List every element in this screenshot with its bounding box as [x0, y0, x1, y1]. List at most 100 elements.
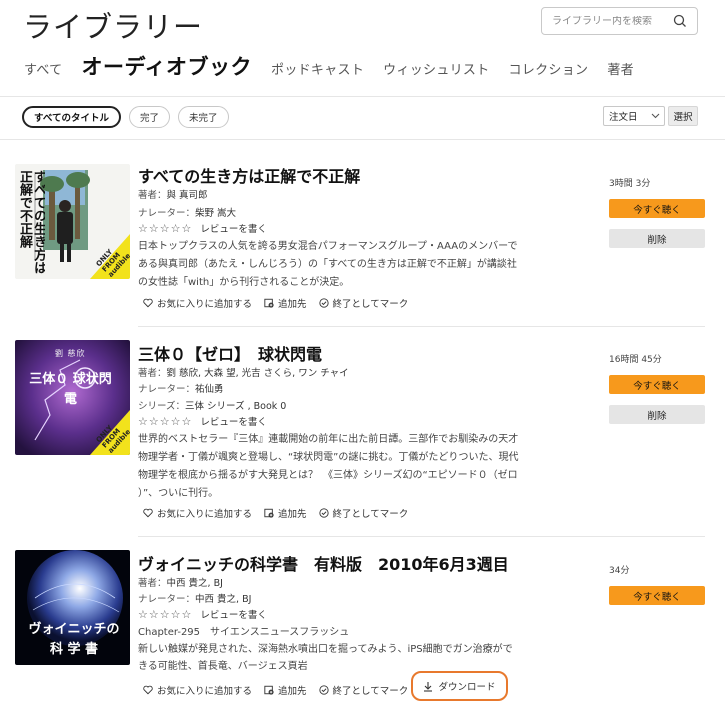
select-button[interactable]: 選択: [668, 106, 698, 126]
description-line: 世界的ベストセラー『三体』連載開始の前年に出た前日譚。三部作でお馴染みの天才: [138, 434, 519, 445]
add-to-button[interactable]: 追加先: [264, 296, 307, 310]
write-review-link[interactable]: レビューを書く: [200, 607, 267, 621]
tab-wishlist[interactable]: ウィッシュリスト: [383, 59, 489, 84]
search-icon[interactable]: [672, 13, 688, 29]
page-title: ライブラリー: [23, 10, 204, 44]
tab-all[interactable]: すべて: [24, 59, 62, 84]
listen-now-button[interactable]: 今すぐ聴く: [609, 375, 705, 394]
mark-finished-button[interactable]: 終了としてマーク: [318, 683, 408, 697]
download-icon: [424, 681, 433, 692]
book-author: 著者：與 真司郎: [138, 187, 208, 201]
tab-authors[interactable]: 著者: [607, 59, 634, 84]
divider: [138, 326, 705, 327]
author-label: 著者：: [138, 368, 167, 379]
author-label: 著者：: [138, 578, 167, 589]
search-box[interactable]: [541, 7, 698, 35]
author-link[interactable]: 中西 貴之, BJ: [167, 578, 223, 589]
book-title[interactable]: ヴォイニッチの科学書 有料版 2010年6月3週目: [138, 551, 509, 575]
star-rating[interactable]: ☆☆☆☆☆: [138, 415, 192, 428]
check-circle-icon: [318, 508, 329, 518]
heart-icon: [143, 508, 153, 518]
sort-select[interactable]: 注文日: [603, 106, 665, 126]
book-narrator: ナレーター：祐仙勇: [138, 381, 224, 395]
download-label: ダウンロード: [438, 682, 496, 693]
narrator-link[interactable]: 柴野 嵩大: [195, 208, 236, 219]
book-narrator: ナレーター：柴野 嵩大: [138, 205, 236, 219]
mark-finished-button[interactable]: 終了としてマーク: [318, 506, 408, 520]
book-title[interactable]: すべての生き方は正解で不正解: [138, 163, 360, 187]
heart-icon: [143, 685, 153, 695]
filter-finished[interactable]: 完了: [128, 106, 170, 128]
description-line: 物理学者・丁儀が颯爽と登場し、“球状閃電”の謎に挑む。丁儀がたどりついた、現代: [138, 452, 519, 463]
book-duration: 16時間 45分: [609, 355, 662, 365]
book-cover[interactable]: すべての生き方は正解で不正解 ONLY FROM audible: [15, 164, 130, 279]
delete-button[interactable]: 削除: [609, 229, 705, 248]
filter-all-titles[interactable]: すべてのタイトル: [22, 106, 121, 128]
favorite-button[interactable]: お気に入りに追加する: [143, 683, 252, 697]
description-line: の女性誌「with」から刊行されることが決定。: [138, 277, 350, 288]
tab-podcasts[interactable]: ポッドキャスト: [271, 59, 364, 84]
star-rating[interactable]: ☆☆☆☆☆: [138, 608, 192, 621]
add-to-collection-icon: [264, 685, 274, 695]
listen-now-button[interactable]: 今すぐ聴く: [609, 586, 705, 605]
add-to-collection-icon: [264, 508, 274, 518]
delete-button[interactable]: 削除: [609, 405, 705, 424]
mark-finished-button[interactable]: 終了としてマーク: [318, 296, 409, 310]
add-to-button[interactable]: 追加先: [264, 506, 307, 520]
item-actions: お気に入りに追加する 追加先 終了としてマーク: [143, 506, 420, 520]
library-header: ライブラリー すべて オーディオブック ポッドキャスト ウィッシュリスト コレク…: [0, 0, 725, 96]
divider: [0, 139, 725, 140]
rating-row: ☆☆☆☆☆ レビューを書く: [138, 414, 267, 429]
filter-unfinished[interactable]: 未完了: [177, 106, 229, 128]
divider: [138, 536, 705, 537]
mark-finished-label: 終了としてマーク: [332, 299, 409, 310]
book-cover[interactable]: 劉 慈欣 三体０ 球状閃電 ONLY FROM audible: [15, 340, 130, 455]
author-link[interactable]: 與 真司郎: [167, 190, 208, 201]
add-to-collection-icon: [264, 298, 274, 308]
favorite-label: お気に入りに追加する: [157, 299, 253, 310]
description-line: 新しい触媒が発見された、深海熱水噴出口を掘ってみよう、iPS細胞でガン治療がで: [138, 644, 513, 655]
series-link[interactable]: 三体 シリーズ , Book 0: [185, 401, 286, 412]
filter-bar: すべてのタイトル 完了 未完了: [22, 106, 229, 128]
search-input[interactable]: [542, 15, 668, 27]
cover-author-text: 劉 慈欣: [55, 349, 86, 358]
author-link[interactable]: 劉 慈欣, 大森 望, 光吉 さくら, ワン チャイ: [167, 368, 349, 379]
rating-row: ☆☆☆☆☆ レビューを書く: [138, 221, 267, 236]
listen-now-button[interactable]: 今すぐ聴く: [609, 199, 705, 218]
narrator-label: ナレーター：: [138, 594, 196, 605]
item-actions: お気に入りに追加する 追加先 終了としてマーク: [143, 683, 420, 697]
add-to-label: 追加先: [278, 686, 307, 697]
favorite-button[interactable]: お気に入りに追加する: [143, 506, 252, 520]
cover-title-text: 三体０ 球状閃電: [29, 372, 112, 407]
item-actions: お気に入りに追加する 追加先 終了としてマーク: [143, 296, 420, 310]
write-review-link[interactable]: レビューを書く: [200, 221, 267, 235]
narrator-link[interactable]: 中西 貴之, BJ: [195, 594, 251, 605]
favorite-button[interactable]: お気に入りに追加する: [143, 296, 252, 310]
star-rating[interactable]: ☆☆☆☆☆: [138, 222, 192, 235]
category-tabs: すべて オーディオブック ポッドキャスト ウィッシュリスト コレクション 著者: [24, 52, 653, 84]
narrator-label: ナレーター：: [138, 384, 196, 395]
book-description: 日本トップクラスの人気を誇る男女混合パフォーマンスグループ・AAAのメンバーで …: [138, 238, 550, 292]
narrator-label: ナレーター：: [138, 208, 196, 219]
sort-value: 注文日: [609, 112, 638, 123]
cover-title-line: 科 学 書: [49, 642, 99, 657]
narrator-link[interactable]: 祐仙勇: [195, 384, 224, 395]
add-to-button[interactable]: 追加先: [264, 683, 307, 697]
book-author: 著者：劉 慈欣, 大森 望, 光吉 さくら, ワン チャイ: [138, 365, 349, 379]
book-duration: 34分: [609, 566, 630, 576]
write-review-link[interactable]: レビューを書く: [200, 414, 267, 428]
tab-audiobooks[interactable]: オーディオブック: [81, 51, 252, 84]
description-line: ある與真司郎（あたえ・しんじろう）の「すべての生き方は正解で不正解」が講談社: [138, 259, 517, 270]
download-button[interactable]: ダウンロード: [411, 671, 508, 701]
rating-row: ☆☆☆☆☆ レビューを書く: [138, 607, 267, 622]
book-title[interactable]: 三体０【ゼロ】 球状閃電: [138, 341, 322, 365]
series-label: シリーズ：: [138, 401, 186, 412]
book-description: 世界的ベストセラー『三体』連載開始の前年に出た前日譚。三部作でお馴染みの天才 物…: [138, 431, 550, 503]
description-line: Chapter-295 サイエンスニュースフラッシュ: [138, 627, 350, 638]
favorite-label: お気に入りに追加する: [157, 509, 253, 520]
book-cover[interactable]: ヴォイニッチの 科 学 書: [15, 550, 130, 665]
cover-title-line: ヴォイニッチの: [28, 622, 120, 637]
divider: [0, 96, 725, 97]
cover-title-text: すべての生き方は正解で不正解: [19, 170, 45, 274]
tab-collections[interactable]: コレクション: [509, 59, 589, 84]
